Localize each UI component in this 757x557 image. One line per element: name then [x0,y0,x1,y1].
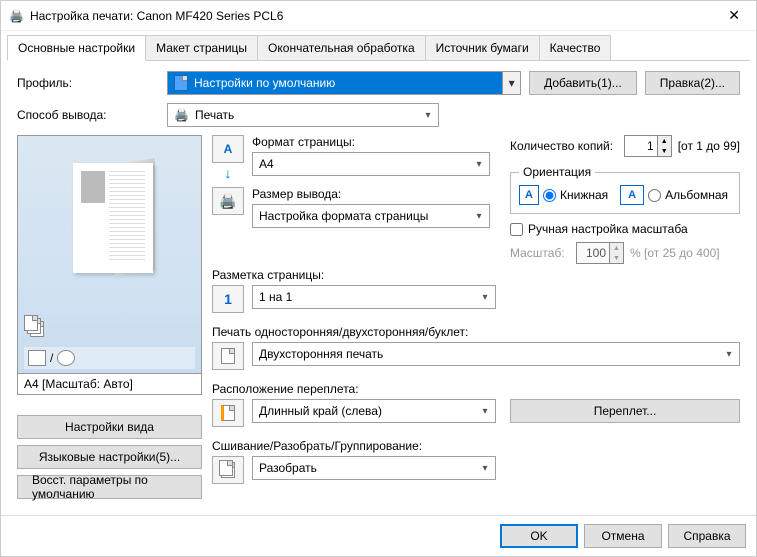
portrait-radio[interactable] [543,189,556,202]
landscape-icon: A [620,185,644,205]
spin-down-icon[interactable]: ▼ [658,146,671,156]
binding-select[interactable]: Длинный край (слева) ▾ [252,399,496,423]
reset-defaults-button[interactable]: Восст. параметры по умолчанию [17,475,202,499]
profile-value: Настройки по умолчанию [194,76,335,90]
tab-page-layout[interactable]: Макет страницы [145,35,258,60]
orientation-legend: Ориентация [519,165,595,179]
portrait-label: Книжная [560,188,608,202]
printer-small-icon: 🖨️ [174,108,189,122]
chevron-down-icon: ▾ [477,288,493,306]
landscape-radio[interactable] [648,189,661,202]
output-select[interactable]: 🖨️ Печать ▾ [167,103,439,127]
profile-icon [174,75,188,91]
scale-input [577,243,609,263]
page-preview: / [17,135,202,374]
scale-spinner: ▲▼ [576,242,624,264]
duplex-value: Двухсторонняя печать [259,347,383,361]
preview-tool-2[interactable] [57,350,75,366]
close-icon[interactable]: ✕ [720,7,748,24]
preview-toolbar: / [24,347,195,369]
output-value: Печать [195,108,234,122]
layout-select[interactable]: 1 на 1 ▾ [252,285,496,309]
layout-label: Разметка страницы: [212,268,740,282]
binding-button[interactable]: Переплет... [510,399,740,423]
window-title: Настройка печати: Canon MF420 Series PCL… [30,9,720,23]
chevron-down-icon: ▾ [477,459,493,477]
collate-value: Разобрать [259,461,317,475]
tab-finishing[interactable]: Окончательная обработка [257,35,426,60]
panel-basic: Профиль: Настройки по умолчанию ▾ Добави… [7,60,750,509]
binding-label: Расположение переплета: [212,382,740,396]
collate-label: Сшивание/Разобрать/Группирование: [212,439,740,453]
cancel-button[interactable]: Отмена [584,524,662,548]
add-profile-button[interactable]: Добавить(1)... [529,71,637,95]
profile-label: Профиль: [17,76,167,90]
binding-icon [212,399,244,427]
tab-paper-source[interactable]: Источник бумаги [425,35,540,60]
scale-label: Масштаб: [510,246,570,260]
page-size-select[interactable]: A4 ▾ [252,152,490,176]
slash-icon: / [50,351,53,365]
output-size-label: Размер вывода: [252,187,490,201]
chevron-down-icon: ▾ [502,72,520,94]
print-settings-window: 🖨️ Настройка печати: Canon MF420 Series … [0,0,757,557]
manual-scale-label: Ручная настройка масштаба [528,222,688,236]
preview-tool-1[interactable] [28,350,46,366]
stack-icon [24,315,52,343]
layout-icon: 1 [212,285,244,313]
titlebar: 🖨️ Настройка печати: Canon MF420 Series … [1,1,756,31]
copies-spinner[interactable]: ▲▼ [624,135,672,157]
orientation-group: Ориентация A Книжная A А [510,165,740,214]
binding-value: Длинный край (слева) [259,404,382,418]
edit-profile-button[interactable]: Правка(2)... [645,71,740,95]
profile-select[interactable]: Настройки по умолчанию ▾ [167,71,521,95]
chevron-down-icon: ▾ [721,345,737,363]
output-size-select[interactable]: Настройка формата страницы ▾ [252,204,490,228]
tab-strip: Основные настройки Макет страницы Оконча… [1,31,756,60]
chevron-down-icon: ▾ [477,402,493,420]
spin-up-icon[interactable]: ▲ [658,136,671,146]
language-settings-button[interactable]: Языковые настройки(5)... [17,445,202,469]
output-size-value: Настройка формата страницы [259,209,428,223]
page-size-value: A4 [259,157,274,171]
duplex-label: Печать односторонняя/двухсторонняя/букле… [212,325,740,339]
chevron-down-icon: ▾ [420,106,436,124]
preview-caption: A4 [Масштаб: Авто] [17,374,202,395]
preview-front-page [73,163,153,273]
copies-input[interactable] [625,136,657,156]
landscape-label: Альбомная [665,188,728,202]
dialog-buttons: OK Отмена Справка [1,515,756,556]
page-size-icon: A [212,135,244,163]
tab-basic[interactable]: Основные настройки [7,35,146,61]
chevron-down-icon: ▾ [471,207,487,225]
copies-label: Количество копий: [510,139,618,153]
collate-icon [212,456,244,484]
duplex-icon [212,342,244,370]
help-button[interactable]: Справка [668,524,746,548]
scale-range: % [от 25 до 400] [630,246,720,260]
printer-icon: 🖨️ [9,9,24,23]
chevron-down-icon: ▾ [471,155,487,173]
layout-value: 1 на 1 [259,290,292,304]
manual-scale-checkbox[interactable] [510,223,523,236]
arrow-down-icon: ↓ [225,165,232,181]
view-settings-button[interactable]: Настройки вида [17,415,202,439]
portrait-icon: A [519,185,539,205]
duplex-select[interactable]: Двухсторонняя печать ▾ [252,342,740,366]
tab-quality[interactable]: Качество [539,35,612,60]
output-size-icon: 🖨️ [212,187,244,215]
collate-select[interactable]: Разобрать ▾ [252,456,496,480]
copies-range: [от 1 до 99] [678,139,740,153]
output-label: Способ вывода: [17,108,167,122]
page-size-label: Формат страницы: [252,135,490,149]
ok-button[interactable]: OK [500,524,578,548]
